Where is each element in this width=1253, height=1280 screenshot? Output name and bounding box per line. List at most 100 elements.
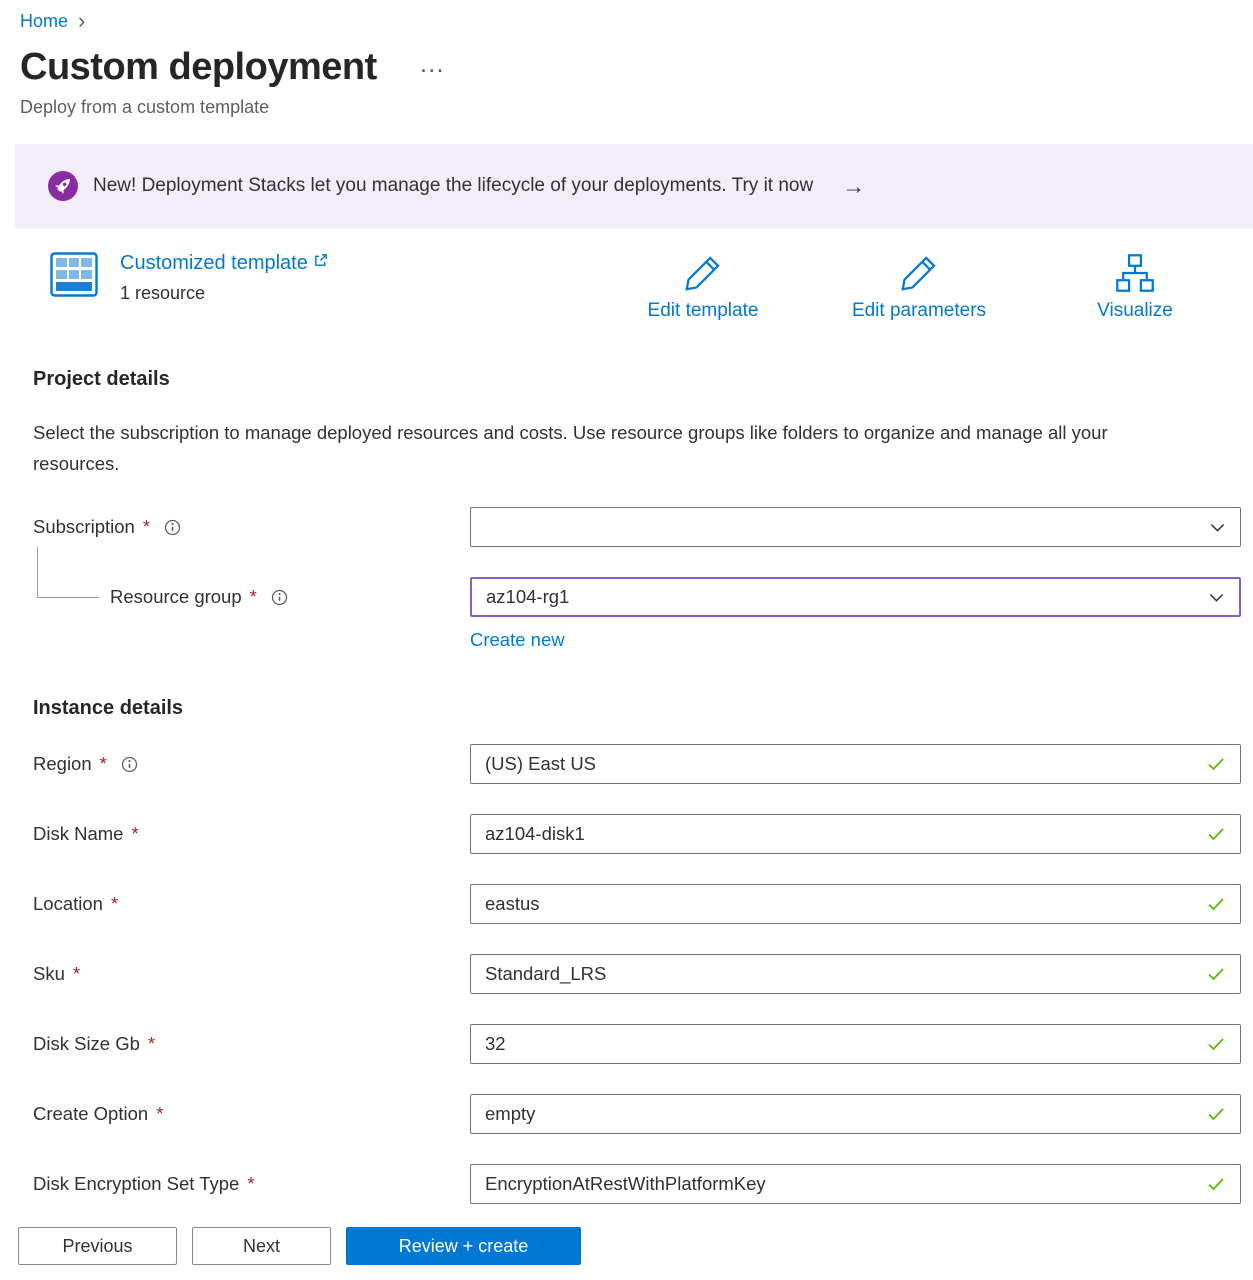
resource-group-row: Resource group * az104-rg1	[33, 577, 1241, 617]
project-details-heading: Project details	[33, 368, 1253, 391]
region-label: Region *	[33, 753, 470, 775]
visualize-button[interactable]: Visualize	[1027, 252, 1243, 322]
resource-count: 1 resource	[120, 283, 328, 304]
location-input[interactable]: eastus	[470, 884, 1241, 924]
subscription-dropdown[interactable]	[470, 507, 1241, 547]
required-marker: *	[143, 516, 150, 538]
deployment-stacks-banner[interactable]: New! Deployment Stacks let you manage th…	[15, 144, 1253, 228]
next-button[interactable]: Next	[192, 1227, 331, 1265]
info-icon[interactable]	[271, 589, 288, 606]
resource-group-value: az104-rg1	[486, 586, 569, 608]
external-link-icon	[313, 253, 328, 268]
disk-size-input[interactable]: 32	[470, 1024, 1241, 1064]
disk-size-row: Disk Size Gb * 32	[33, 1024, 1241, 1064]
subscription-row: Subscription *	[33, 507, 1241, 547]
chevron-down-icon	[1209, 519, 1226, 536]
pencil-icon	[898, 252, 940, 294]
project-details-fields: Subscription * Resource group *	[33, 507, 1241, 651]
disk-name-value: az104-disk1	[485, 823, 585, 845]
create-option-row: Create Option * empty	[33, 1094, 1241, 1134]
resource-group-dropdown[interactable]: az104-rg1	[470, 577, 1241, 617]
valid-check-icon	[1206, 1034, 1226, 1054]
edit-parameters-button[interactable]: Edit parameters	[811, 252, 1027, 322]
template-summary-row: Customized template 1 resource Edit temp…	[50, 252, 1243, 322]
disk-size-value: 32	[485, 1033, 506, 1055]
create-option-label: Create Option *	[33, 1103, 470, 1125]
visualize-label: Visualize	[1097, 300, 1173, 322]
valid-check-icon	[1206, 964, 1226, 984]
title-row: Custom deployment …	[20, 46, 1253, 89]
valid-check-icon	[1206, 754, 1226, 774]
region-input[interactable]: (US) East US	[470, 744, 1241, 784]
custom-deployment-page: Home › Custom deployment … Deploy from a…	[0, 0, 1253, 1280]
instance-details-heading: Instance details	[33, 697, 1253, 720]
more-menu-icon[interactable]: …	[419, 48, 447, 79]
project-details-description: Select the subscription to manage deploy…	[33, 417, 1183, 479]
create-option-label-text: Create Option	[33, 1103, 148, 1125]
edit-template-label: Edit template	[648, 300, 759, 322]
location-row: Location * eastus	[33, 884, 1241, 924]
disk-name-row: Disk Name * az104-disk1	[33, 814, 1241, 854]
chevron-down-icon	[1208, 589, 1225, 606]
region-label-text: Region	[33, 753, 92, 775]
disk-name-label-text: Disk Name	[33, 823, 123, 845]
template-actions: Edit template Edit parameters	[595, 252, 1243, 322]
sku-label-text: Sku	[33, 963, 65, 985]
required-marker: *	[131, 823, 138, 845]
tree-connector	[37, 547, 99, 598]
edit-parameters-label: Edit parameters	[852, 300, 986, 322]
page-title: Custom deployment	[20, 46, 377, 89]
required-marker: *	[73, 963, 80, 985]
valid-check-icon	[1206, 824, 1226, 844]
create-option-value: empty	[485, 1103, 535, 1125]
footer-bar: Previous Next Review + create	[0, 1212, 1253, 1280]
disk-name-label: Disk Name *	[33, 823, 470, 845]
valid-check-icon	[1206, 894, 1226, 914]
disk-size-label-text: Disk Size Gb	[33, 1033, 140, 1055]
sku-row: Sku * Standard_LRS	[33, 954, 1241, 994]
disk-encryption-label: Disk Encryption Set Type*	[33, 1173, 470, 1195]
banner-text: New! Deployment Stacks let you manage th…	[93, 175, 813, 197]
page-subtitle: Deploy from a custom template	[20, 97, 1253, 118]
create-new-link[interactable]: Create new	[470, 629, 565, 651]
breadcrumb: Home ›	[20, 10, 1253, 32]
disk-encryption-label-text: Disk Encryption Set Type	[33, 1173, 239, 1195]
required-marker: *	[156, 1103, 163, 1125]
info-icon[interactable]	[164, 519, 181, 536]
previous-button[interactable]: Previous	[18, 1227, 177, 1265]
edit-template-button[interactable]: Edit template	[595, 252, 811, 322]
review-create-button[interactable]: Review + create	[346, 1227, 581, 1265]
sku-label: Sku *	[33, 963, 470, 985]
template-icon	[50, 252, 98, 297]
location-label-text: Location	[33, 893, 103, 915]
resource-group-label-text: Resource group	[110, 586, 242, 608]
disk-encryption-row: Disk Encryption Set Type* EncryptionAtRe…	[33, 1164, 1241, 1204]
required-marker: *	[148, 1033, 155, 1055]
subscription-label-text: Subscription	[33, 516, 135, 538]
required-marker: *	[111, 893, 118, 915]
create-option-input[interactable]: empty	[470, 1094, 1241, 1134]
valid-check-icon	[1206, 1104, 1226, 1124]
hierarchy-icon	[1114, 252, 1156, 294]
info-icon[interactable]	[121, 756, 138, 773]
chevron-right-icon: ›	[78, 10, 85, 32]
template-name: Customized template	[120, 252, 308, 275]
disk-encryption-value: EncryptionAtRestWithPlatformKey	[485, 1173, 766, 1195]
required-marker: *	[250, 586, 257, 608]
required-marker: *	[100, 753, 107, 775]
disk-encryption-input[interactable]: EncryptionAtRestWithPlatformKey	[470, 1164, 1241, 1204]
sku-input[interactable]: Standard_LRS	[470, 954, 1241, 994]
rocket-icon	[48, 171, 78, 201]
pencil-icon	[682, 252, 724, 294]
arrow-right-icon[interactable]: →	[842, 173, 865, 200]
region-value: (US) East US	[485, 753, 596, 775]
region-row: Region * (US) East US	[33, 744, 1241, 784]
location-value: eastus	[485, 893, 540, 915]
customized-template-link[interactable]: Customized template	[120, 252, 328, 275]
disk-size-label: Disk Size Gb *	[33, 1033, 470, 1055]
template-meta: Customized template 1 resource	[120, 252, 328, 304]
disk-name-input[interactable]: az104-disk1	[470, 814, 1241, 854]
breadcrumb-home-link[interactable]: Home	[20, 11, 68, 32]
location-label: Location *	[33, 893, 470, 915]
sku-value: Standard_LRS	[485, 963, 606, 985]
